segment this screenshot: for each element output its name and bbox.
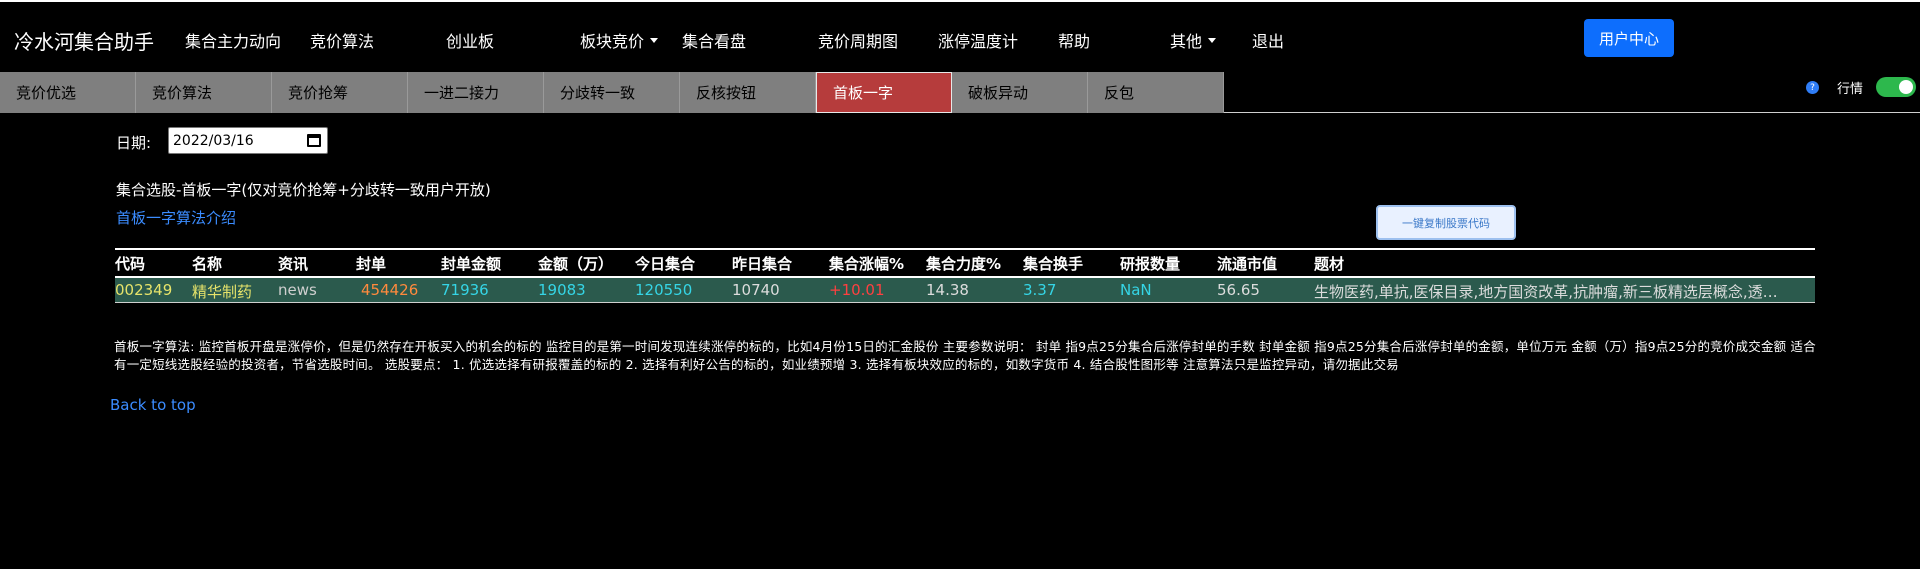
brand-title[interactable]: 冷水河集合助手 — [14, 26, 154, 55]
col-header-name[interactable]: 名称 — [192, 253, 222, 274]
cell-code[interactable]: 002349 — [115, 281, 172, 299]
col-header-auction-turnover[interactable]: 集合换手 — [1023, 253, 1083, 274]
nav-auction-watch[interactable]: 集合看盘 — [682, 28, 746, 52]
tab-reverse-wrap[interactable]: 反包 — [1088, 72, 1224, 113]
cell-amount: 19083 — [538, 281, 586, 299]
nav-logout[interactable]: 退出 — [1252, 28, 1284, 52]
market-toggle-switch[interactable] — [1876, 77, 1916, 97]
caret-down-icon — [1208, 38, 1217, 43]
col-header-seal-order[interactable]: 封单 — [356, 253, 386, 274]
nav-help[interactable]: 帮助 — [1058, 28, 1090, 52]
section-title: 集合选股-首板一字(仅对竞价抢筹+分歧转一致用户开放) — [116, 181, 491, 199]
help-icon[interactable]: ? — [1806, 81, 1819, 94]
calendar-icon[interactable] — [307, 134, 321, 147]
col-header-float-cap[interactable]: 流通市值 — [1217, 253, 1277, 274]
cell-seal-amount: 71936 — [441, 281, 489, 299]
col-header-amount[interactable]: 金额（万） — [538, 253, 613, 274]
tab-first-board-one-word[interactable]: 首板一字 — [816, 72, 952, 113]
tab-bid-preferred[interactable]: 竞价优选 — [0, 72, 136, 113]
table-header: 代码 名称 资讯 封单 封单金额 金额（万） 今日集合 昨日集合 集合涨幅% 集… — [115, 251, 1815, 275]
strategy-tab-strip: 竞价优选 竞价算法 竞价抢筹 一进二接力 分歧转一致 反核按钮 首板一字 破板异… — [0, 72, 1224, 113]
col-header-seal-amount[interactable]: 封单金额 — [441, 253, 501, 274]
tab-bid-algorithm[interactable]: 竞价算法 — [136, 72, 272, 113]
col-header-code[interactable]: 代码 — [115, 253, 145, 274]
date-input[interactable]: 2022/03/16 — [168, 127, 328, 154]
nav-chinext[interactable]: 创业板 — [446, 28, 494, 52]
copy-stock-codes-button[interactable]: 一键复制股票代码 — [1376, 205, 1516, 240]
cell-report-count: NaN — [1120, 281, 1152, 299]
cell-name[interactable]: 精华制药 — [192, 281, 252, 302]
cell-yesterday-auction: 10740 — [732, 281, 780, 299]
col-header-auction-change[interactable]: 集合涨幅% — [829, 253, 904, 274]
col-header-report-count[interactable]: 研报数量 — [1120, 253, 1180, 274]
tab-reverse-nuke-button[interactable]: 反核按钮 — [680, 72, 816, 113]
market-toggle-label: 行情 — [1837, 82, 1864, 97]
col-header-yesterday-auction[interactable]: 昨日集合 — [732, 253, 792, 274]
nav-other-dropdown[interactable]: 其他 — [1170, 28, 1217, 52]
nav-main-force[interactable]: 集合主力动向 — [185, 28, 281, 52]
table-row[interactable]: 002349 精华制药 news 454426 71936 19083 1205… — [115, 278, 1815, 302]
caret-down-icon — [650, 38, 659, 43]
date-value: 2022/03/16 — [173, 132, 254, 149]
nav-bid-cycle-chart[interactable]: 竞价周期图 — [818, 28, 898, 52]
tab-bid-grab[interactable]: 竞价抢筹 — [272, 72, 408, 113]
user-center-button[interactable]: 用户中心 — [1584, 19, 1674, 57]
cell-float-cap: 56.65 — [1217, 281, 1260, 299]
toggle-knob — [1899, 80, 1913, 94]
cell-seal-order: 454426 — [361, 281, 419, 299]
col-header-theme[interactable]: 题材 — [1314, 253, 1344, 274]
cell-news-link[interactable]: news — [278, 281, 317, 299]
top-navbar: 冷水河集合助手 集合主力动向 竞价算法 创业板 板块竞价 集合看盘 竞价周期图 … — [0, 0, 1920, 72]
back-to-top-link[interactable]: Back to top — [110, 396, 196, 414]
algorithm-intro-link[interactable]: 首板一字算法介绍 — [116, 207, 236, 228]
cell-auction-change: +10.01 — [829, 281, 885, 299]
col-header-news[interactable]: 资讯 — [278, 253, 308, 274]
algorithm-description: 首板一字算法: 监控首板开盘是涨停价，但是仍然存在开板买入的机会的标的 监控目的… — [114, 339, 1816, 372]
tab-divider — [1224, 112, 1920, 113]
cell-auction-strength: 14.38 — [926, 281, 969, 299]
col-header-today-auction[interactable]: 今日集合 — [635, 253, 695, 274]
date-label: 日期: — [116, 134, 152, 152]
nav-sector-bid-dropdown[interactable]: 板块竞价 — [580, 28, 659, 52]
tab-divergence-to-consensus[interactable]: 分歧转一致 — [544, 72, 680, 113]
cell-auction-turnover: 3.37 — [1023, 281, 1057, 299]
cell-today-auction: 120550 — [635, 281, 693, 299]
table-row-border — [115, 302, 1815, 303]
cell-theme: 生物医药,单抗,医保目录,地方国资改革,抗肿瘤,新三板精选层概念,透… — [1314, 283, 1778, 301]
tab-broken-board-anomaly[interactable]: 破板异动 — [952, 72, 1088, 113]
nav-limit-up-thermometer[interactable]: 涨停温度计 — [938, 28, 1018, 52]
nav-bid-algorithm[interactable]: 竞价算法 — [310, 28, 374, 52]
col-header-auction-strength[interactable]: 集合力度% — [926, 253, 1001, 274]
tab-one-to-two-relay[interactable]: 一进二接力 — [408, 72, 544, 113]
table-top-border — [115, 248, 1815, 250]
